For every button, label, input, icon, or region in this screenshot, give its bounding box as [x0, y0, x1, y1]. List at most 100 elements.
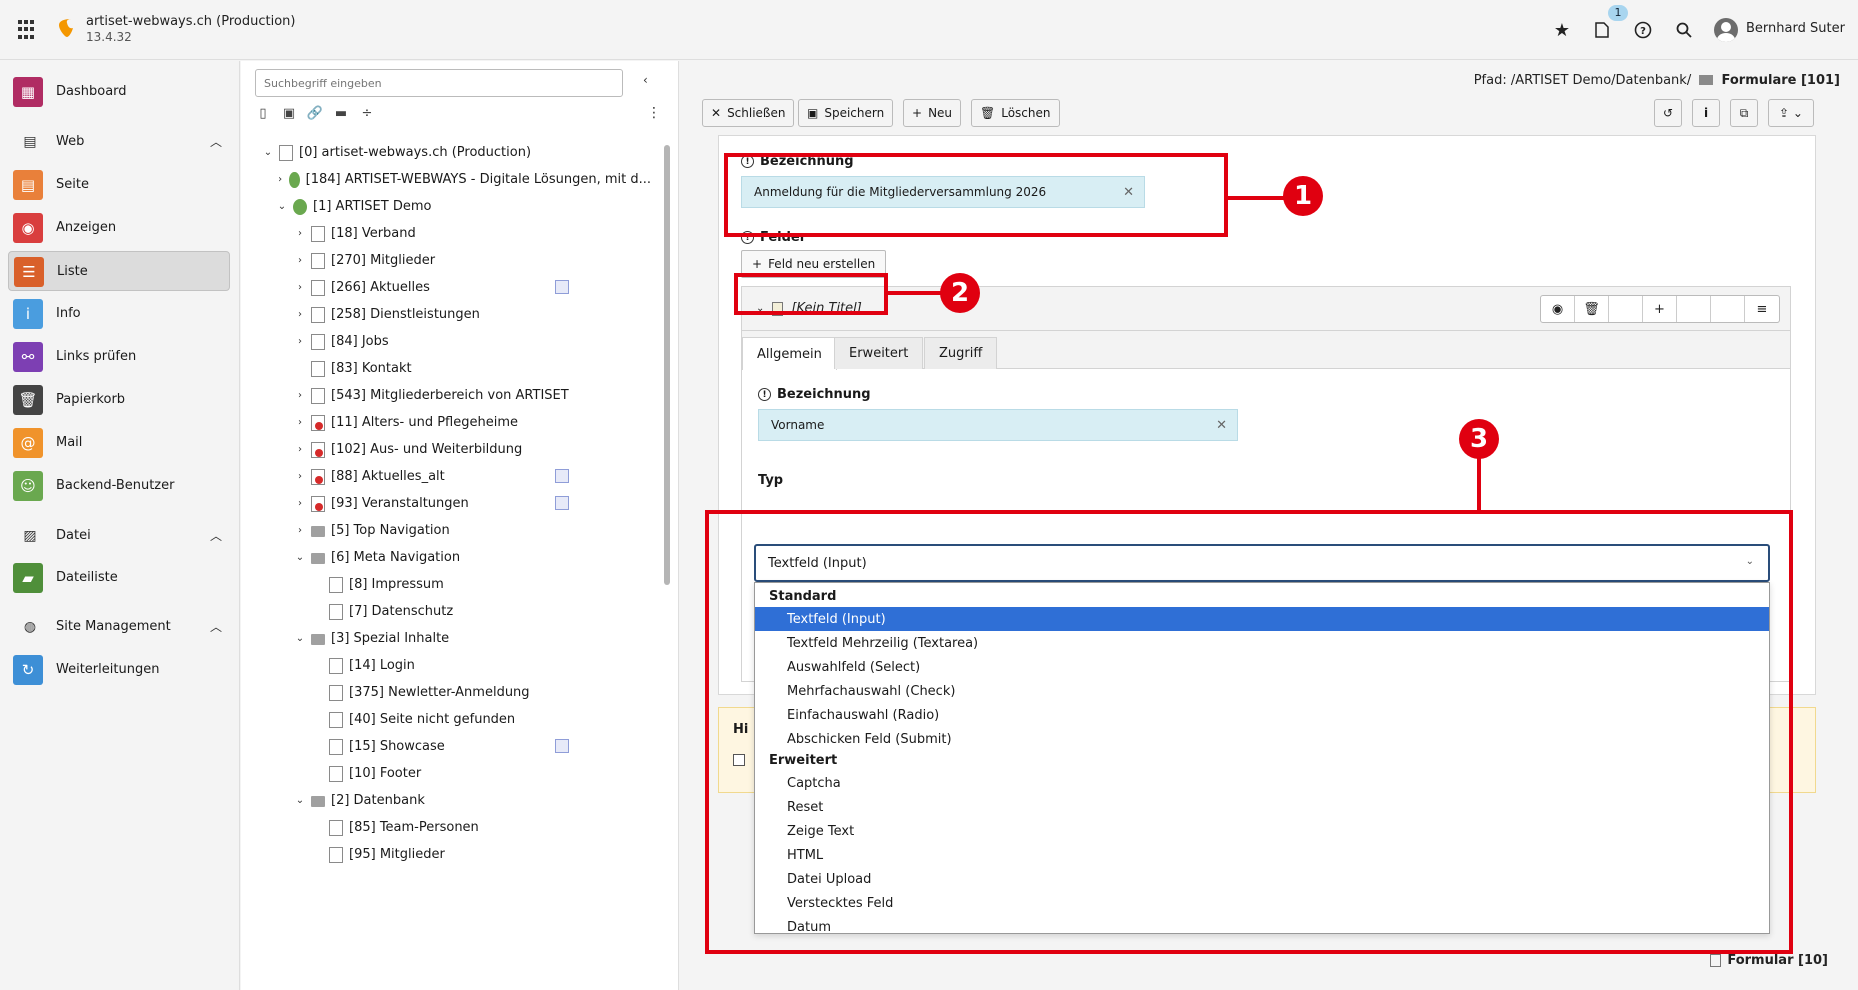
- module-backend-benutzer[interactable]: ☺ Backend-Benutzer: [8, 466, 230, 506]
- new-page-icon[interactable]: ▯: [255, 105, 271, 121]
- chevron-up-icon[interactable]: ︿: [210, 527, 222, 544]
- chevron-up-icon[interactable]: ︿: [210, 133, 222, 150]
- bookmark-star-icon[interactable]: ★: [1550, 18, 1574, 42]
- history-button[interactable]: ↺: [1654, 99, 1682, 127]
- field-name-input[interactable]: Vorname ✕: [758, 409, 1238, 441]
- module-papierkorb[interactable]: 🗑 Papierkorb: [8, 380, 230, 420]
- tree-node[interactable]: [85] Team-Personen: [311, 814, 651, 841]
- chevron-down-icon[interactable]: ⌄: [275, 201, 289, 212]
- tree-node[interactable]: › [18] Verband: [293, 220, 651, 247]
- page-icon: ▤: [13, 170, 43, 200]
- tab-zugriff[interactable]: Zugriff: [924, 337, 998, 369]
- chevron-right-icon[interactable]: ›: [293, 444, 307, 455]
- tree-node[interactable]: › [93] Veranstaltungen: [293, 490, 651, 517]
- tab-allgemein[interactable]: Allgemein: [742, 337, 837, 370]
- chevron-down-icon[interactable]: ⌄: [293, 633, 307, 644]
- module-mail[interactable]: @ Mail: [8, 423, 230, 463]
- tree-node[interactable]: [83] Kontakt: [293, 355, 651, 382]
- tree-node[interactable]: [95] Mitglieder: [311, 841, 651, 868]
- chevron-right-icon[interactable]: ›: [293, 282, 307, 293]
- new-shortcut-icon[interactable]: ▣: [281, 105, 297, 121]
- help-icon[interactable]: ?: [1631, 18, 1655, 42]
- chevron-down-icon[interactable]: ⌄: [293, 795, 307, 806]
- module-anzeigen[interactable]: ◉ Anzeigen: [8, 208, 230, 248]
- chevron-right-icon[interactable]: ›: [293, 255, 307, 266]
- module-dashboard[interactable]: ▦ Dashboard: [8, 72, 230, 112]
- open-documents-icon[interactable]: [1590, 18, 1614, 42]
- tree-node[interactable]: ⌄ [1] ARTISET Demo: [275, 193, 651, 220]
- close-button[interactable]: ✕ Schließen: [702, 99, 795, 127]
- tree-node[interactable]: › [258] Dienstleistungen: [293, 301, 651, 328]
- delete-button[interactable]: 🗑 Löschen: [971, 99, 1060, 127]
- tree-node[interactable]: › [88] Aktuelles_alt: [293, 463, 651, 490]
- tree-node[interactable]: › [266] Aktuelles: [293, 274, 651, 301]
- save-button[interactable]: ▣ Speichern: [798, 99, 894, 127]
- tree-node[interactable]: [375] Newletter-Anmeldung: [311, 679, 651, 706]
- module-seite[interactable]: ▤ Seite: [8, 165, 230, 205]
- tree-node[interactable]: [40] Seite nicht gefunden: [311, 706, 651, 733]
- new-folder-icon[interactable]: ▬: [333, 105, 349, 121]
- tree-node[interactable]: [7] Datenschutz: [311, 598, 651, 625]
- empty-control[interactable]: [1711, 296, 1745, 322]
- tree-node[interactable]: [10] Footer: [311, 760, 651, 787]
- new-link-icon[interactable]: 🔗: [307, 105, 323, 121]
- drag-handle-icon[interactable]: ≡: [1745, 296, 1779, 322]
- toggle-icon[interactable]: ◉: [1541, 296, 1575, 322]
- tree-node[interactable]: [8] Impressum: [311, 571, 651, 598]
- avatar[interactable]: [1714, 18, 1738, 42]
- user-name[interactable]: Bernhard Suter: [1746, 21, 1845, 36]
- chevron-right-icon[interactable]: ›: [293, 417, 307, 428]
- tree-node[interactable]: › [84] Jobs: [293, 328, 651, 355]
- chevron-right-icon[interactable]: ›: [293, 336, 307, 347]
- module-liste[interactable]: ☰ Liste: [8, 251, 230, 291]
- tree-more-icon[interactable]: ⋮: [647, 105, 661, 121]
- module-site-management[interactable]: ◍ ︿ Site Management: [8, 607, 230, 647]
- chevron-right-icon[interactable]: ›: [293, 228, 307, 239]
- open-new-window-button[interactable]: ⧉: [1730, 99, 1758, 127]
- search-icon[interactable]: [1672, 18, 1696, 42]
- tree-node[interactable]: › [270] Mitglieder: [293, 247, 651, 274]
- module-links-pr-fen[interactable]: ⚯ Links prüfen: [8, 337, 230, 377]
- tree-scrollbar[interactable]: [663, 133, 671, 983]
- tree-node[interactable]: ⌄ [3] Spezial Inhalte: [293, 625, 651, 652]
- clear-icon[interactable]: ✕: [1216, 418, 1227, 433]
- chevron-right-icon[interactable]: ›: [293, 309, 307, 320]
- add-icon[interactable]: +: [1643, 296, 1677, 322]
- chevron-right-icon[interactable]: ›: [293, 471, 307, 482]
- chevron-down-icon[interactable]: ⌄: [293, 552, 307, 563]
- chevron-right-icon[interactable]: ›: [293, 525, 307, 536]
- module-datei[interactable]: ▨ ︿ Datei: [8, 516, 230, 556]
- tree-node[interactable]: › [184] ARTISET-WEBWAYS - Digitale Lösung…: [275, 166, 651, 193]
- share-button[interactable]: ⇪ ⌄: [1768, 99, 1814, 127]
- tree-node[interactable]: › [102] Aus- und Weiterbildung: [293, 436, 651, 463]
- module-weiterleitungen[interactable]: ↻ Weiterleitungen: [8, 650, 230, 690]
- empty-control[interactable]: [1677, 296, 1711, 322]
- chevron-right-icon[interactable]: ›: [275, 174, 285, 185]
- tree-node[interactable]: ⌄ [0] artiset-webways.ch (Production): [261, 139, 651, 166]
- tree-node[interactable]: ⌄ [2] Datenbank: [293, 787, 651, 814]
- tree-node[interactable]: [14] Login: [311, 652, 651, 679]
- chevron-right-icon[interactable]: ›: [293, 390, 307, 401]
- empty-control[interactable]: [1609, 296, 1643, 322]
- tree-node[interactable]: › [5] Top Navigation: [293, 517, 651, 544]
- tree-node[interactable]: ⌄ [6] Meta Navigation: [293, 544, 651, 571]
- tree-node[interactable]: › [543] Mitgliederbereich von ARTISET: [293, 382, 651, 409]
- info-button[interactable]: i: [1692, 99, 1720, 127]
- module-info[interactable]: i Info: [8, 294, 230, 334]
- chevron-down-icon[interactable]: ⌄: [261, 147, 275, 158]
- chevron-up-icon[interactable]: ︿: [210, 618, 222, 635]
- tree-node[interactable]: › [11] Alters- und Pflegeheime: [293, 409, 651, 436]
- new-spacer-icon[interactable]: ÷: [359, 105, 375, 121]
- app-grid-icon[interactable]: [18, 20, 38, 40]
- tree-search-input[interactable]: [255, 69, 623, 97]
- chevron-right-icon[interactable]: ›: [293, 498, 307, 509]
- collapse-tree-icon[interactable]: ‹: [643, 73, 648, 87]
- tree-node[interactable]: [15] Showcase: [311, 733, 651, 760]
- module-web[interactable]: ▤ ︿ Web: [8, 122, 230, 162]
- module-dateiliste[interactable]: ▰ Dateiliste: [8, 558, 230, 598]
- inline-tabs: Allgemein Erweitert Zugriff: [742, 331, 1790, 370]
- delete-icon[interactable]: 🗑: [1575, 296, 1609, 322]
- new-button[interactable]: + Neu: [903, 99, 962, 127]
- tab-erweitert[interactable]: Erweitert: [834, 337, 924, 369]
- bottom-record-ref[interactable]: Formular [10]: [1710, 953, 1828, 968]
